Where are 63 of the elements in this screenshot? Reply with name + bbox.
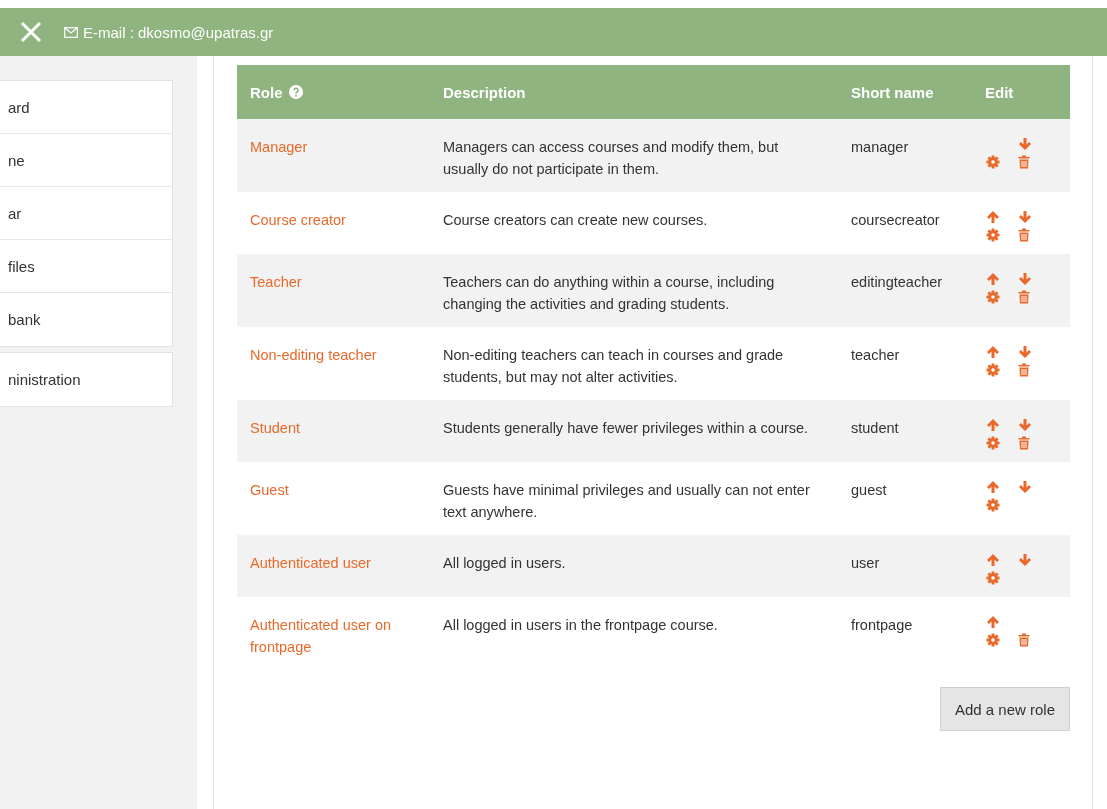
- short-name: student: [851, 420, 899, 436]
- short-name: editingteacher: [851, 274, 943, 290]
- settings-icon[interactable]: [986, 363, 1000, 377]
- arrow-up-icon[interactable]: [986, 615, 1000, 629]
- arrow-down-icon[interactable]: [1018, 553, 1032, 567]
- role-description: All logged in users.: [443, 555, 566, 571]
- delete-icon[interactable]: [1018, 228, 1030, 242]
- column-header: Edit: [972, 65, 1070, 119]
- short-name: coursecreator: [851, 212, 940, 228]
- role-description: Course creators can create new courses.: [443, 212, 708, 228]
- role-link[interactable]: Course creator: [250, 209, 417, 231]
- delete-icon[interactable]: [1018, 155, 1030, 169]
- short-name: frontpage: [851, 617, 913, 633]
- settings-icon[interactable]: [986, 633, 1000, 647]
- role-description: Managers can access courses and modify them, but usually do not participate in them.: [443, 139, 779, 177]
- role-description: Guests have minimal privileges and usually can not enter text anywhere.: [443, 482, 810, 520]
- role-link[interactable]: Guest: [250, 479, 417, 501]
- nav-item[interactable]: ne: [0, 134, 172, 187]
- arrow-down-icon[interactable]: [1018, 480, 1032, 494]
- arrow-up-icon[interactable]: [986, 345, 1000, 359]
- email-text: E-mail : dkosmo@upatras.gr: [83, 23, 274, 41]
- role-description: Non-editing teachers can teach in courses and grade students, but may not alter activities.: [443, 347, 784, 385]
- role-link[interactable]: Non-editing teacher: [250, 344, 417, 366]
- nav-item[interactable]: ar: [0, 187, 172, 240]
- delete-icon[interactable]: [1018, 363, 1030, 377]
- arrow-up-icon[interactable]: [986, 553, 1000, 567]
- arrow-up-icon[interactable]: [986, 272, 1000, 286]
- arrow-down-icon[interactable]: [1018, 137, 1032, 151]
- nav-item[interactable]: ninistration: [0, 353, 172, 406]
- settings-icon[interactable]: [986, 228, 1000, 242]
- close-icon[interactable]: [20, 21, 42, 43]
- settings-icon[interactable]: [986, 155, 1000, 169]
- column-header: Role: [237, 65, 430, 119]
- add-role-button[interactable]: Add a new role: [939, 687, 1070, 731]
- arrow-up-icon[interactable]: [986, 210, 1000, 224]
- settings-icon[interactable]: [986, 498, 1000, 512]
- role-link[interactable]: Authenticated user on frontpage: [250, 614, 417, 658]
- arrow-down-icon[interactable]: [1018, 210, 1032, 224]
- nav-item[interactable]: files: [0, 240, 172, 293]
- role-description: Students generally have fewer privileges within a course.: [443, 420, 809, 436]
- nav-item[interactable]: bank: [0, 293, 172, 346]
- arrow-down-icon[interactable]: [1018, 418, 1032, 432]
- short-name: user: [851, 555, 880, 571]
- help-icon[interactable]: [288, 85, 303, 99]
- settings-icon[interactable]: [986, 290, 1000, 304]
- short-name: manager: [851, 139, 909, 155]
- short-name: guest: [851, 482, 887, 498]
- nav-item[interactable]: ard: [0, 81, 172, 134]
- delete-icon[interactable]: [1018, 436, 1030, 450]
- settings-icon[interactable]: [986, 571, 1000, 585]
- arrow-down-icon[interactable]: [1018, 272, 1032, 286]
- column-header: Short name: [838, 65, 972, 119]
- delete-icon[interactable]: [1018, 290, 1030, 304]
- settings-icon[interactable]: [986, 436, 1000, 450]
- short-name: teacher: [851, 347, 900, 363]
- delete-icon[interactable]: [1018, 633, 1030, 647]
- arrow-down-icon[interactable]: [1018, 345, 1032, 359]
- envelope-icon: [64, 26, 78, 38]
- column-header: Description: [430, 65, 838, 119]
- role-description: Teachers can do anything within a course, including changing the activities and grading students.: [443, 274, 775, 312]
- arrow-up-icon[interactable]: [986, 418, 1000, 432]
- arrow-up-icon[interactable]: [986, 480, 1000, 494]
- role-description: All logged in users in the frontpage course.: [443, 617, 718, 633]
